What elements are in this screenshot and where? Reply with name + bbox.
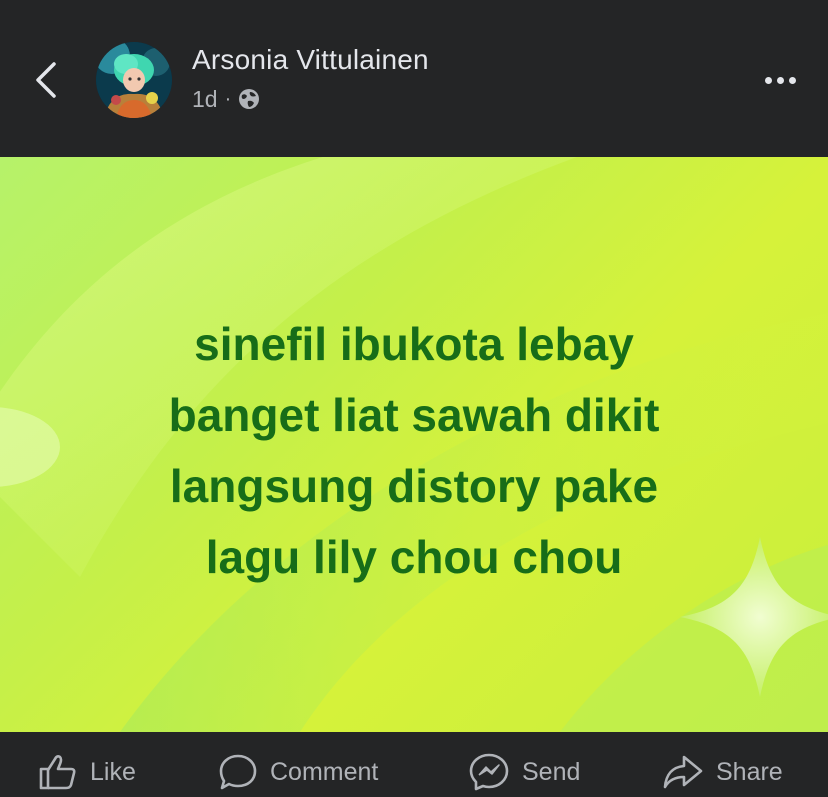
author-name[interactable]: Arsonia Vittulainen xyxy=(192,44,429,76)
post-header: Arsonia Vittulainen 1d · xyxy=(0,0,828,157)
share-arrow-icon xyxy=(662,753,704,791)
post-page: Arsonia Vittulainen 1d · sinefil ibukota… xyxy=(0,0,828,797)
chevron-left-icon xyxy=(36,62,56,98)
send-label: Send xyxy=(522,757,581,786)
post-time[interactable]: 1d xyxy=(192,86,218,113)
globe-icon[interactable] xyxy=(238,88,260,110)
more-dot xyxy=(788,76,796,84)
share-button[interactable]: Share xyxy=(662,752,783,792)
more-dot xyxy=(764,76,772,84)
more-dot xyxy=(776,76,784,84)
post-background-card[interactable]: sinefil ibukota lebay banget liat sawah … xyxy=(0,157,828,732)
post-text: sinefil ibukota lebay banget liat sawah … xyxy=(168,318,660,583)
thumbs-up-icon xyxy=(38,753,78,791)
meta-separator: · xyxy=(224,87,232,110)
messenger-icon xyxy=(468,752,510,792)
like-button[interactable]: Like xyxy=(38,752,136,792)
avatar[interactable] xyxy=(96,42,172,118)
back-button[interactable] xyxy=(26,56,66,104)
post-meta: 1d · xyxy=(192,85,260,113)
comment-label: Comment xyxy=(270,757,379,786)
share-label: Share xyxy=(716,757,783,786)
avatar-image xyxy=(96,42,172,118)
comment-button[interactable]: Comment xyxy=(218,752,378,792)
send-button[interactable]: Send xyxy=(468,752,580,792)
comment-icon xyxy=(218,753,258,791)
action-bar: Like Comment Send Share xyxy=(0,732,828,797)
like-label: Like xyxy=(90,757,136,786)
more-options-button[interactable] xyxy=(758,60,802,100)
